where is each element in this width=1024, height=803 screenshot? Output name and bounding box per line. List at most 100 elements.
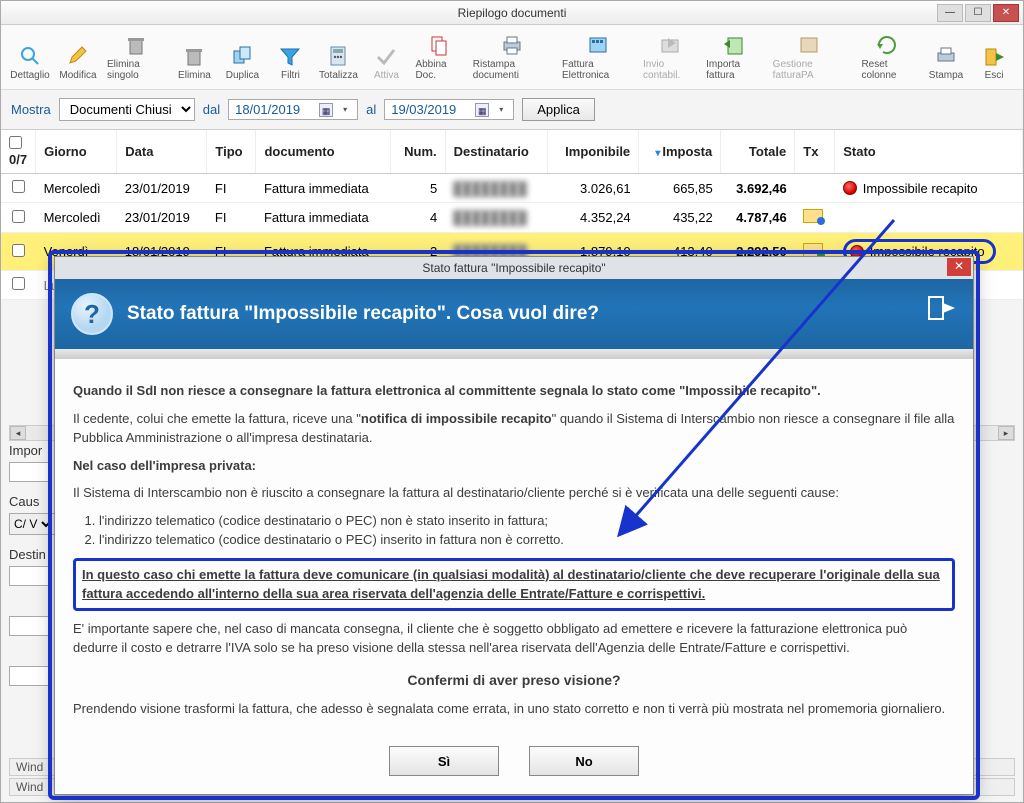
col-destinatario[interactable]: Destinatario bbox=[445, 130, 547, 174]
tool-stampa[interactable]: Stampa bbox=[925, 42, 967, 83]
calendar-icon: ▦ bbox=[475, 103, 489, 117]
trash-icon bbox=[180, 44, 208, 68]
row-check bbox=[1, 203, 36, 233]
tool-attiva: Attiva bbox=[365, 42, 407, 83]
dialog-titlebar: Stato fattura "Impossibile recapito" ✕ bbox=[55, 257, 973, 279]
col-documento[interactable]: documento bbox=[256, 130, 390, 174]
confirm-question: Confermi di aver preso visione? bbox=[73, 670, 955, 691]
col-totale[interactable]: Totale bbox=[721, 130, 795, 174]
table-row[interactable]: Mercoledì23/01/2019FIFattura immediata4█… bbox=[1, 203, 1023, 233]
filter-bar: Mostra Documenti Chiusi dal 18/01/2019 ▦… bbox=[1, 90, 1023, 129]
tool-modifica[interactable]: Modifica bbox=[57, 42, 99, 83]
tool-gestione-fatturapa: Gestione fatturaPA bbox=[771, 31, 848, 83]
maximize-button[interactable]: ☐ bbox=[965, 4, 991, 22]
main-toolbar: Dettaglio Modifica Elimina singolo Elimi… bbox=[1, 25, 1023, 90]
window-title: Riepilogo documenti bbox=[458, 6, 567, 20]
tool-reset-colonne[interactable]: Reset colonne bbox=[859, 31, 919, 83]
row-checkbox[interactable] bbox=[12, 277, 25, 290]
close-button[interactable]: ✕ bbox=[993, 4, 1019, 22]
row-checkbox[interactable] bbox=[12, 210, 25, 223]
generic-field-2[interactable] bbox=[9, 666, 49, 686]
tool-filtri[interactable]: Filtri bbox=[269, 42, 311, 83]
cell-tipo: FI bbox=[207, 203, 256, 233]
chevron-down-icon: ▾ bbox=[339, 105, 351, 114]
highlighted-instruction: In questo caso chi emette la fattura dev… bbox=[73, 558, 955, 611]
yes-button[interactable]: Sì bbox=[389, 746, 499, 776]
cell-imponibile: 4.352,24 bbox=[548, 203, 639, 233]
col-tx[interactable]: Tx bbox=[795, 130, 835, 174]
dialog-body: Quando il SdI non riesce a consegnare la… bbox=[55, 359, 973, 736]
destin-field[interactable] bbox=[9, 566, 49, 586]
al-label: al bbox=[366, 102, 376, 117]
pencil-icon bbox=[64, 44, 92, 68]
tx-envelope-icon bbox=[803, 209, 823, 223]
mostra-select[interactable]: Documenti Chiusi bbox=[59, 98, 195, 121]
manage-icon bbox=[795, 33, 823, 57]
dialog-exit-icon[interactable] bbox=[925, 291, 959, 325]
date-from-input[interactable]: 18/01/2019 ▦ ▾ bbox=[228, 99, 358, 120]
col-imposta[interactable]: ▾Imposta bbox=[639, 130, 721, 174]
status-error-icon bbox=[843, 181, 857, 195]
col-imponibile[interactable]: Imponibile bbox=[548, 130, 639, 174]
label-impor: Impor bbox=[9, 443, 55, 458]
row-checkbox[interactable] bbox=[12, 180, 25, 193]
tool-abbina-doc[interactable]: Abbina Doc. bbox=[413, 31, 464, 83]
date-to-input[interactable]: 19/03/2019 ▦ ▾ bbox=[384, 99, 514, 120]
cell-imposta: 435,22 bbox=[639, 203, 721, 233]
col-tipo[interactable]: Tipo bbox=[207, 130, 256, 174]
cell-num: 5 bbox=[390, 174, 445, 203]
send-icon bbox=[656, 33, 684, 57]
cell-data: 23/01/2019 bbox=[117, 174, 207, 203]
generic-field-1[interactable] bbox=[9, 616, 49, 636]
funnel-icon bbox=[276, 44, 304, 68]
tool-elimina[interactable]: Elimina bbox=[173, 42, 215, 83]
check-icon bbox=[372, 44, 400, 68]
tool-dettaglio[interactable]: Dettaglio bbox=[9, 42, 51, 83]
cell-tx bbox=[795, 174, 835, 203]
row-check bbox=[1, 233, 36, 271]
exit-icon bbox=[980, 44, 1008, 68]
table-row[interactable]: Mercoledì23/01/2019FIFattura immediata5█… bbox=[1, 174, 1023, 203]
cell-tx bbox=[795, 203, 835, 233]
cause-item-1: l'indirizzo telematico (codice destinata… bbox=[99, 511, 955, 531]
dialog-stripe bbox=[55, 349, 973, 359]
col-data[interactable]: Data bbox=[117, 130, 207, 174]
col-giorno[interactable]: Giorno bbox=[36, 130, 117, 174]
tool-esci[interactable]: Esci bbox=[973, 42, 1015, 83]
title-bar: Riepilogo documenti — ☐ ✕ bbox=[1, 1, 1023, 25]
cell-totale: 3.692,46 bbox=[721, 174, 795, 203]
no-button[interactable]: No bbox=[529, 746, 639, 776]
col-num[interactable]: Num. bbox=[390, 130, 445, 174]
cve-select[interactable]: C/ VE bbox=[9, 513, 55, 535]
tx-envelope-icon bbox=[803, 243, 823, 257]
tool-ristampa[interactable]: Ristampa documenti bbox=[471, 31, 554, 83]
magnifier-icon bbox=[16, 44, 44, 68]
tool-duplica[interactable]: Duplica bbox=[221, 42, 263, 83]
tool-fattura-elettronica[interactable]: Fattura Elettronica bbox=[560, 31, 635, 83]
cell-documento: Fattura immediata bbox=[256, 174, 390, 203]
label-destin: Destin bbox=[9, 547, 55, 562]
stato-fattura-dialog: Stato fattura "Impossibile recapito" ✕ ?… bbox=[54, 256, 974, 795]
dialog-header: ? Stato fattura "Impossibile recapito". … bbox=[55, 279, 973, 349]
col-check[interactable]: 0/7 bbox=[1, 130, 36, 174]
tool-elimina-singolo[interactable]: Elimina singolo bbox=[105, 31, 167, 83]
tool-importa-fattura[interactable]: Importa fattura bbox=[704, 31, 765, 83]
tool-totalizza[interactable]: Totalizza bbox=[317, 42, 359, 83]
minimize-button[interactable]: — bbox=[937, 4, 963, 22]
col-stato[interactable]: Stato bbox=[835, 130, 1023, 174]
duplicate-icon bbox=[228, 44, 256, 68]
mostra-label: Mostra bbox=[11, 102, 51, 117]
dialog-close-button[interactable]: ✕ bbox=[947, 258, 971, 276]
link-doc-icon bbox=[425, 33, 453, 57]
row-checkbox[interactable] bbox=[12, 244, 25, 257]
chevron-down-icon: ▾ bbox=[495, 105, 507, 114]
printer-icon bbox=[932, 44, 960, 68]
apply-button[interactable]: Applica bbox=[522, 98, 595, 121]
row-check bbox=[1, 271, 36, 300]
impor-field[interactable] bbox=[9, 462, 49, 482]
calculator-icon bbox=[324, 44, 352, 68]
scroll-right-icon[interactable]: ▸ bbox=[998, 426, 1014, 440]
dal-label: dal bbox=[203, 102, 220, 117]
einvoice-icon bbox=[584, 33, 612, 57]
dialog-heading: Stato fattura "Impossibile recapito". Co… bbox=[127, 303, 599, 325]
